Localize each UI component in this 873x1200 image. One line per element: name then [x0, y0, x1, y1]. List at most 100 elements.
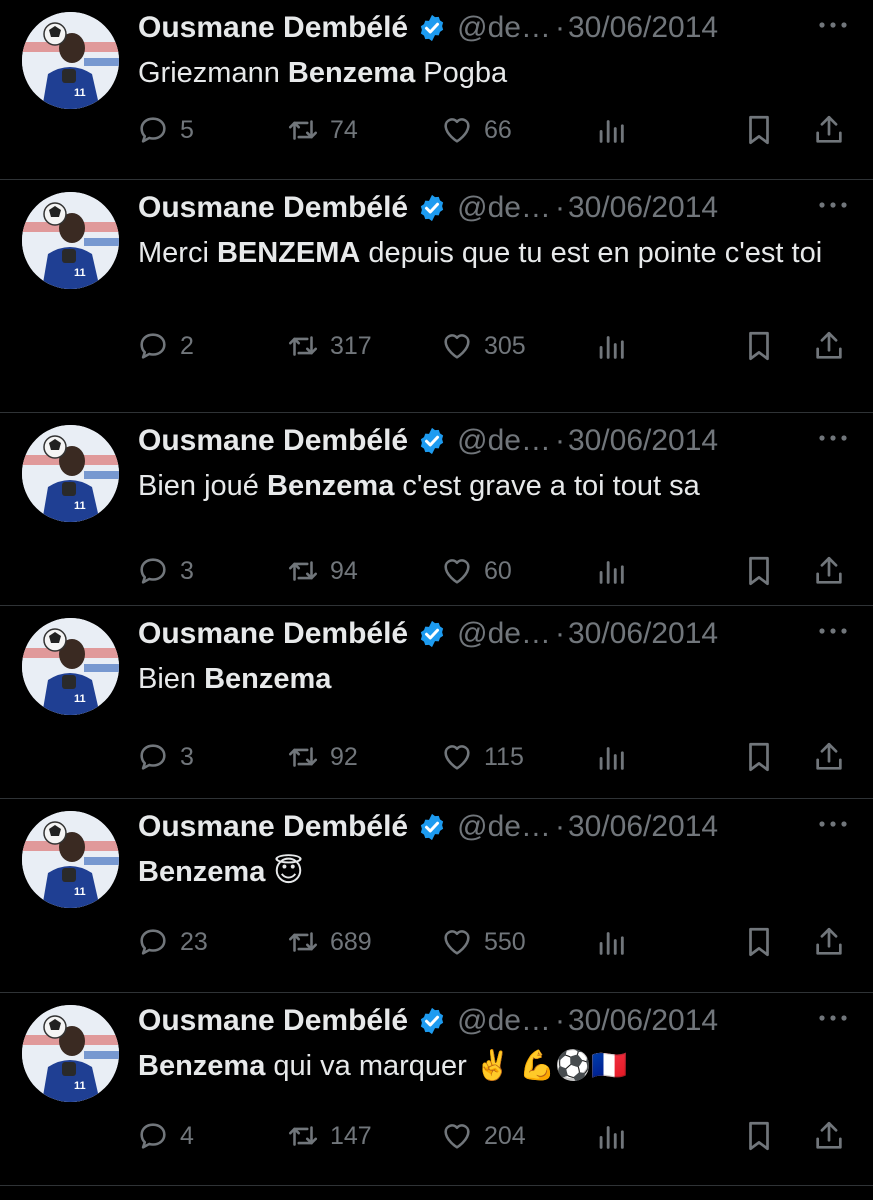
share-button[interactable]: [812, 112, 846, 148]
retweet-count: 94: [330, 556, 358, 585]
views-button[interactable]: [594, 553, 628, 589]
reply-button[interactable]: 5: [136, 112, 194, 148]
more-dots-icon[interactable]: [817, 624, 849, 638]
tweet-actions: 3 92 115: [136, 739, 851, 775]
tweet-header: Ousmane Dembélé @de… · 30/06/2014: [138, 1003, 773, 1039]
tweet[interactable]: 11 Ousmane Dembélé @de… · 30/06/2014 Gri…: [0, 0, 873, 180]
retweet-button[interactable]: 147: [286, 1118, 372, 1154]
tweet-text: Griezmann Benzema Pogba: [138, 52, 828, 94]
share-button[interactable]: [812, 1118, 846, 1154]
bookmark-button[interactable]: [742, 1118, 776, 1154]
retweet-button[interactable]: 74: [286, 112, 358, 148]
tweet-text-segment: Bien joué: [138, 470, 267, 502]
like-button[interactable]: 66: [440, 112, 512, 148]
separator-dot: ·: [554, 1004, 565, 1037]
more-dots-icon[interactable]: [817, 817, 849, 831]
tweet[interactable]: 11 Ousmane Dembélé @de… · 30/06/2014 Bie…: [0, 413, 873, 606]
reply-button[interactable]: 23: [136, 924, 208, 960]
bookmark-button[interactable]: [742, 924, 776, 960]
chat-bubble-icon: [140, 333, 166, 359]
separator-dot: ·: [554, 424, 565, 457]
tweet-feed: 11 Ousmane Dembélé @de… · 30/06/2014 Gri…: [0, 0, 873, 1200]
heart-icon: [444, 334, 470, 359]
tweet-date[interactable]: 30/06/2014: [568, 617, 718, 651]
chat-bubble-icon: [140, 744, 166, 770]
author-name[interactable]: Ousmane Dembélé: [138, 617, 408, 651]
share-button[interactable]: [812, 739, 846, 775]
like-button[interactable]: 60: [440, 553, 512, 589]
reply-button[interactable]: 2: [136, 328, 194, 364]
views-button[interactable]: [594, 739, 628, 775]
bookmark-icon: [749, 742, 769, 772]
author-handle[interactable]: @de…: [457, 424, 551, 458]
retweet-button[interactable]: 94: [286, 553, 358, 589]
like-button[interactable]: 204: [440, 1118, 526, 1154]
analytics-bars-icon: [599, 120, 624, 143]
share-button[interactable]: [812, 328, 846, 364]
tweet-date[interactable]: 30/06/2014: [568, 11, 718, 45]
reply-button[interactable]: 3: [136, 739, 194, 775]
tweet-date[interactable]: 30/06/2014: [568, 424, 718, 458]
tweet[interactable]: 11 Ousmane Dembélé @de… · 30/06/2014 Bie…: [0, 606, 873, 799]
tweet[interactable]: 11 Ousmane Dembélé @de… · 30/06/2014 Ben…: [0, 799, 873, 993]
bookmark-icon: [749, 331, 769, 361]
views-button[interactable]: [594, 112, 628, 148]
avatar[interactable]: 11: [22, 425, 119, 522]
author-handle[interactable]: @de…: [457, 810, 551, 844]
retweet-button[interactable]: 92: [286, 739, 358, 775]
retweet-button[interactable]: 317: [286, 328, 372, 364]
reply-button[interactable]: 4: [136, 1118, 194, 1154]
author-name[interactable]: Ousmane Dembélé: [138, 1004, 408, 1038]
mention-bold-text: Benzema: [138, 1050, 266, 1082]
views-button[interactable]: [594, 328, 628, 364]
avatar-image: 11: [22, 1005, 119, 1102]
author-name[interactable]: Ousmane Dembélé: [138, 424, 408, 458]
tweet-text-segment: 😇: [265, 856, 304, 888]
retweet-button[interactable]: 689: [286, 924, 372, 960]
bookmark-button[interactable]: [742, 739, 776, 775]
tweet-date[interactable]: 30/06/2014: [568, 191, 718, 225]
avatar[interactable]: 11: [22, 618, 119, 715]
share-button[interactable]: [812, 553, 846, 589]
tweet[interactable]: 11 Ousmane Dembélé @de… · 30/06/2014 Mer…: [0, 180, 873, 413]
tweet[interactable]: 11 Ousmane Dembélé @de… · 30/06/2014 Ben…: [0, 993, 873, 1186]
author-name[interactable]: Ousmane Dembélé: [138, 191, 408, 225]
avatar[interactable]: 11: [22, 811, 119, 908]
like-button[interactable]: 550: [440, 924, 526, 960]
tweet-actions: 2 317 305: [136, 328, 851, 364]
retweet-icon: [288, 336, 318, 356]
avatar-image: 11: [22, 12, 119, 109]
more-dots-icon[interactable]: [817, 1011, 849, 1025]
author-handle[interactable]: @de…: [457, 1004, 551, 1038]
views-button[interactable]: [594, 924, 628, 960]
tweet-date[interactable]: 30/06/2014: [568, 1004, 718, 1038]
bookmark-button[interactable]: [742, 112, 776, 148]
like-button[interactable]: 115: [440, 739, 524, 775]
more-dots-icon[interactable]: [817, 18, 849, 32]
retweet-count: 147: [330, 1121, 372, 1150]
tweet-text-segment: Bien: [138, 663, 205, 695]
tweet-date[interactable]: 30/06/2014: [568, 810, 718, 844]
author-name[interactable]: Ousmane Dembélé: [138, 810, 408, 844]
avatar-image: 11: [22, 425, 119, 522]
reply-button[interactable]: 3: [136, 553, 194, 589]
author-handle[interactable]: @de…: [457, 617, 551, 651]
like-button[interactable]: 305: [440, 328, 526, 364]
bookmark-button[interactable]: [742, 553, 776, 589]
avatar[interactable]: 11: [22, 192, 119, 289]
views-button[interactable]: [594, 1118, 628, 1154]
share-button[interactable]: [812, 924, 846, 960]
analytics-bars-icon: [599, 336, 624, 359]
author-handle[interactable]: @de…: [457, 191, 551, 225]
retweet-icon: [288, 932, 318, 952]
author-handle[interactable]: @de…: [457, 11, 551, 45]
bookmark-button[interactable]: [742, 328, 776, 364]
tweet-text: Bien joué Benzema c'est grave a toi tout…: [138, 465, 828, 507]
retweet-icon: [288, 747, 318, 767]
more-dots-icon[interactable]: [817, 431, 849, 445]
avatar[interactable]: 11: [22, 1005, 119, 1102]
more-dots-icon[interactable]: [817, 198, 849, 212]
bookmark-icon: [749, 115, 769, 145]
author-name[interactable]: Ousmane Dembélé: [138, 11, 408, 45]
avatar[interactable]: 11: [22, 12, 119, 109]
